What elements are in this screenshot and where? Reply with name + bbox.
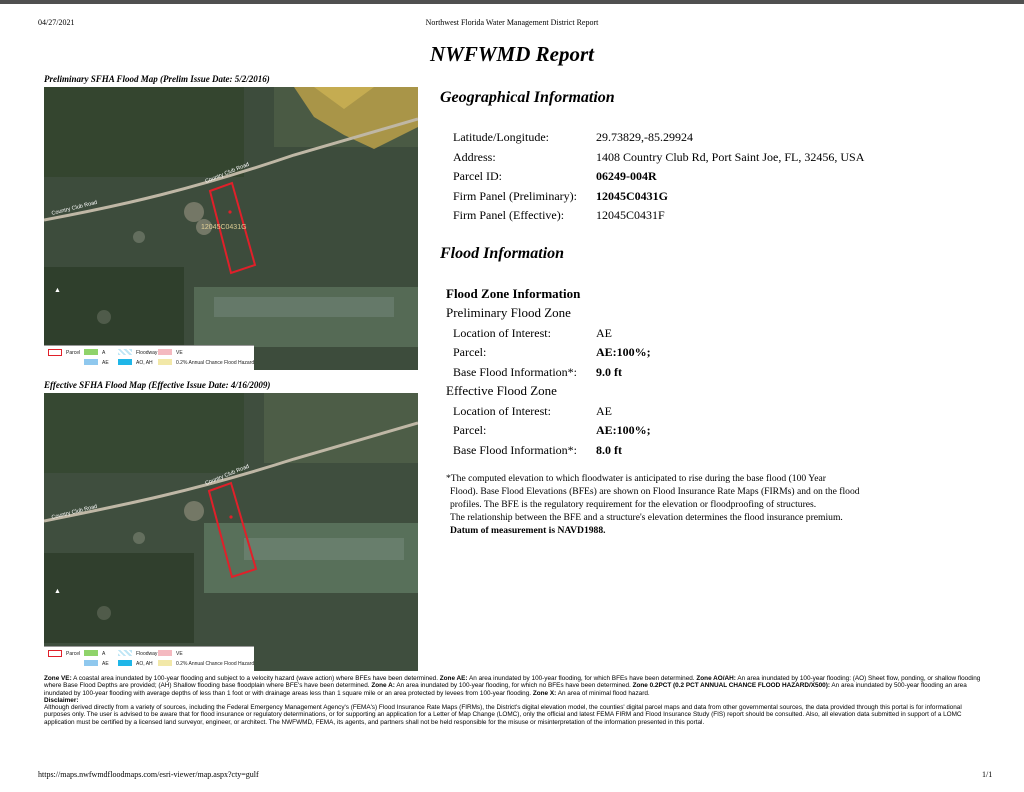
eff-value-parcel: AE:100%;: [596, 423, 651, 437]
parcel-swatch: [48, 650, 62, 657]
zone-overlay-label: 12045C0431G: [201, 224, 247, 231]
prelim-label-bfe: Base Flood Information*:: [453, 365, 577, 379]
geo-label-firm-prelim: Firm Panel (Preliminary):: [453, 189, 577, 203]
zone-a-swatch: [84, 349, 98, 355]
zone-ae-swatch: [84, 359, 98, 365]
geo-label-firm-effective: Firm Panel (Effective):: [453, 208, 565, 222]
zone-ve-swatch: [158, 650, 172, 656]
geo-value-firm-effective: 12045C0431F: [596, 208, 665, 222]
prelim-value-bfe: 9.0 ft: [596, 365, 622, 379]
prelim-label-location: Location of Interest:: [453, 326, 551, 340]
north-arrow-icon: ▲: [54, 287, 61, 294]
geo-value-address: 1408 Country Club Rd, Port Saint Joe, FL…: [596, 150, 865, 164]
zone-a-label: Zone A:: [371, 682, 395, 690]
zone-ve-text: A coastal area inundated by 100-year flo…: [71, 675, 440, 682]
geo-value-firm-prelim: 12045C0431G: [596, 189, 668, 203]
zone-a-swatch: [84, 650, 98, 656]
effective-flood-map[interactable]: Country Club Road Country Club Road ▲ Pa…: [44, 393, 418, 671]
north-arrow-icon: ▲: [54, 588, 61, 595]
legend-floodway: Floodway: [136, 651, 158, 657]
bfe-footnote-line: profiles. The BFE is the regulatory requ…: [450, 499, 817, 510]
zone-definitions-text: Zone VE: A coastal area inundated by 100…: [44, 675, 984, 697]
zone-a-text: An area inundated by 100-year flooding, …: [394, 682, 633, 690]
zone-ae-text: An area inundated by 100-year flooding, …: [467, 675, 697, 682]
disclaimer-label: Disclaimer:: [44, 696, 79, 704]
zone-x-text: An area of minimal flood hazard.: [556, 689, 650, 697]
bfe-footnote: *The computed elevation to which floodwa…: [446, 472, 916, 537]
annual-chance-swatch: [158, 359, 172, 365]
legend-ve: VE: [176, 350, 183, 356]
prelim-label-parcel: Parcel:: [453, 345, 487, 359]
bfe-footnote-line: Flood). Base Flood Elevations (BFEs) are…: [450, 486, 860, 497]
preliminary-zone-heading: Preliminary Flood Zone: [446, 305, 571, 320]
eff-label-location: Location of Interest:: [453, 404, 551, 418]
legend-ae: AE: [102, 360, 109, 366]
page-title: NWFWMD Report: [430, 42, 594, 66]
zone-ae-swatch: [84, 660, 98, 666]
geo-heading: Geographical Information: [440, 89, 615, 106]
report-org: Northwest Florida Water Management Distr…: [425, 18, 599, 27]
legend-parcel: Parcel: [66, 651, 81, 657]
legend-ao-ah: AO, AH: [136, 360, 153, 366]
preliminary-map-image: Country Club Road Country Club Road 1204…: [44, 87, 418, 370]
legend-a: A: [102, 350, 106, 356]
effective-zone-heading: Effective Flood Zone: [446, 383, 557, 398]
geo-value-latlon: 29.73829,-85.29924: [596, 130, 693, 144]
top-bar: [0, 0, 1024, 4]
zone-02-label: Zone 0.2PCT (0.2 PCT ANNUAL CHANCE FLOOD…: [632, 682, 830, 690]
zone-ve-swatch: [158, 349, 172, 355]
map-legend: Parcel A Floodway VE AE AO, AH 0.2% Annu…: [44, 646, 254, 671]
legend-parcel: Parcel: [66, 350, 81, 356]
preliminary-flood-map[interactable]: Country Club Road Country Club Road 1204…: [44, 87, 418, 370]
bfe-footnote-line: *The computed elevation to which floodwa…: [446, 473, 826, 484]
zone-ve-label: Zone VE:: [44, 675, 72, 682]
floodway-swatch: [118, 650, 132, 656]
effective-map-image: Country Club Road Country Club Road ▲: [44, 393, 418, 671]
legend-annual-chance: 0.2% Annual Chance Flood Hazard: [176, 661, 255, 667]
flood-heading: Flood Information: [440, 245, 565, 262]
zone-aoah-swatch: [118, 660, 132, 666]
zone-ae-label: Zone AE:: [439, 675, 468, 682]
effective-map-caption: Effective SFHA Flood Map (Effective Issu…: [44, 380, 271, 390]
datum-note: Datum of measurement is NAVD1988.: [450, 525, 606, 536]
prelim-value-parcel: AE:100%;: [596, 345, 651, 359]
disclaimer-text: Although derived directly from a variety…: [44, 704, 962, 726]
eff-label-bfe: Base Flood Information*:: [453, 443, 577, 457]
parcel-swatch: [48, 349, 62, 356]
map-legend: Parcel A Floodway VE AE AO, AH 0.2% Annu…: [44, 345, 254, 370]
legend-ao-ah: AO, AH: [136, 661, 153, 667]
legend-floodway: Floodway: [136, 350, 158, 356]
geo-label-latlon: Latitude/Longitude:: [453, 130, 549, 144]
prelim-value-location: AE: [596, 326, 612, 340]
eff-value-location: AE: [596, 404, 612, 418]
zone-aoah-label: Zone AO/AH:: [696, 675, 736, 682]
zone-aoah-swatch: [118, 359, 132, 365]
preliminary-map-caption: Preliminary SFHA Flood Map (Prelim Issue…: [44, 74, 270, 84]
geo-value-parcel-id: 06249-004R: [596, 169, 657, 183]
page-number: 1/1: [982, 770, 993, 779]
geo-label-parcel-id: Parcel ID:: [453, 169, 502, 183]
annual-chance-swatch: [158, 660, 172, 666]
legend-a: A: [102, 651, 106, 657]
eff-label-parcel: Parcel:: [453, 423, 487, 437]
legend-annual-chance: 0.2% Annual Chance Flood Hazard: [176, 360, 255, 366]
legend-ve: VE: [176, 651, 183, 657]
flood-zone-info-heading: Flood Zone Information: [446, 286, 581, 301]
legend-ae: AE: [102, 661, 109, 667]
eff-value-bfe: 8.0 ft: [596, 443, 622, 457]
geo-label-address: Address:: [453, 150, 496, 164]
zone-x-label: Zone X:: [532, 689, 557, 697]
footer-url: https://maps.nwfwmdfloodmaps.com/esri-vi…: [38, 770, 259, 779]
zone-definitions: Zone VE: A coastal area inundated by 100…: [44, 675, 984, 726]
bfe-footnote-line: The relationship between the BFE and a s…: [450, 512, 843, 523]
floodway-swatch: [118, 349, 132, 355]
